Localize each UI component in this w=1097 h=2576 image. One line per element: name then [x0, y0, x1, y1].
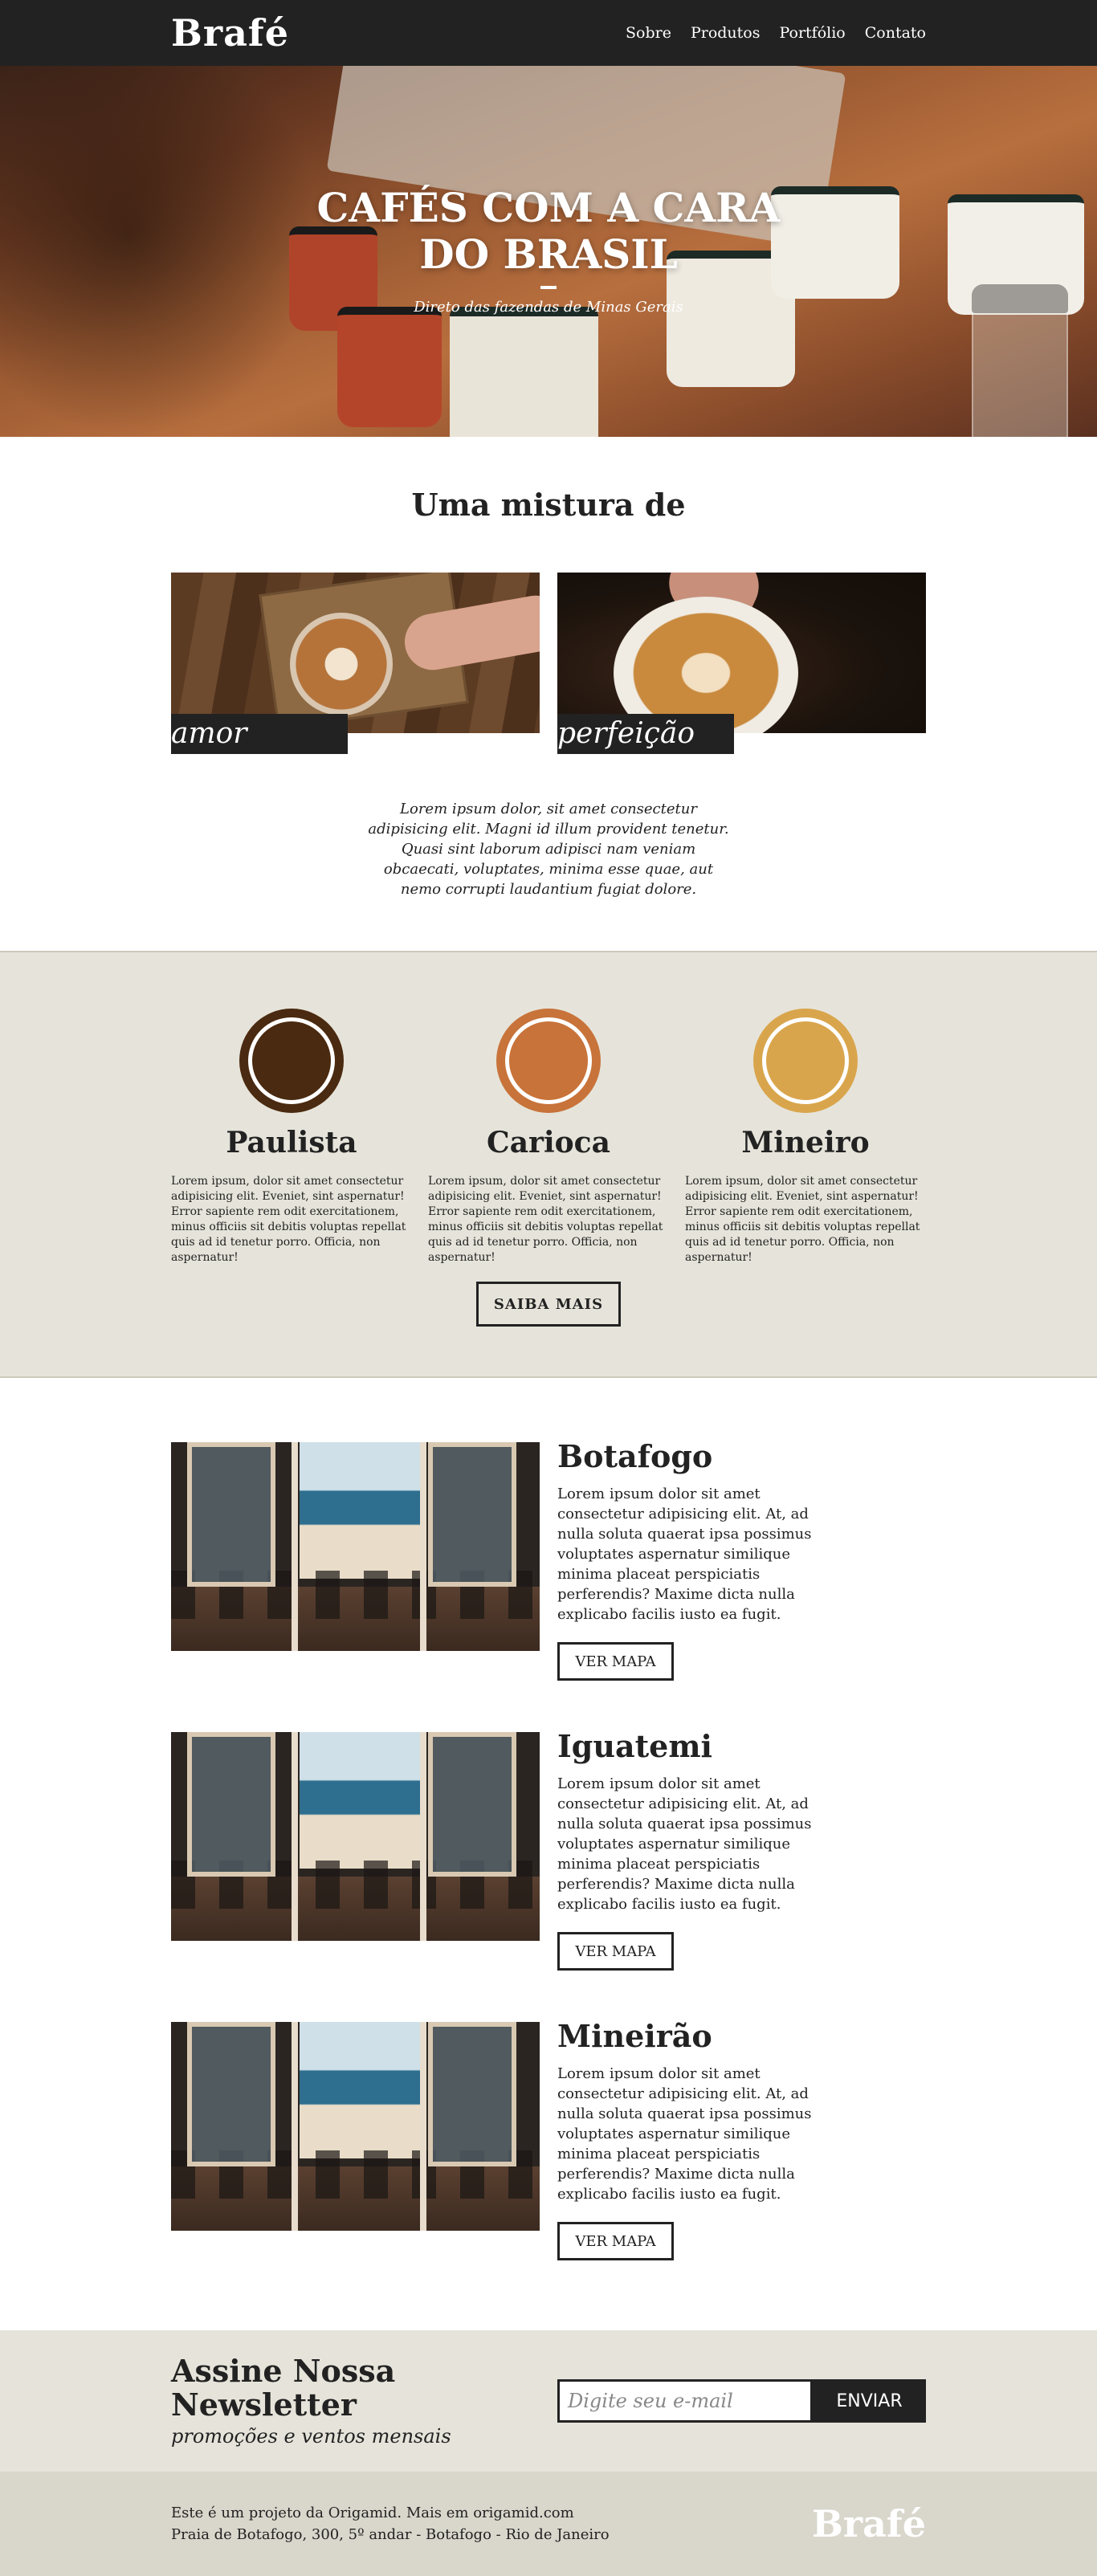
hero-text: CAFÉS COM A CARA DO BRASIL Direto das fa… — [0, 185, 1097, 316]
coffee-type-name: Carioca — [487, 1126, 610, 1160]
location-botafogo: Botafogo Lorem ipsum dolor sit amet cons… — [171, 1438, 926, 1732]
hero-title: CAFÉS COM A CARA DO BRASIL — [316, 184, 781, 278]
location-details: Iguatemi Lorem ipsum dolor sit amet cons… — [557, 1728, 822, 2022]
newsletter-title: Assine Nossa Newsletter — [171, 2353, 396, 2423]
location-iguatemi: Iguatemi Lorem ipsum dolor sit amet cons… — [171, 1728, 926, 2022]
ver-mapa-button[interactable]: VER MAPA — [557, 2222, 674, 2260]
newsletter-form: Digite seu e-mail ENVIAR — [557, 2379, 926, 2423]
saiba-mais-button[interactable]: SAIBA MAIS — [476, 1282, 621, 1327]
nav-link-produtos[interactable]: Produtos — [691, 24, 761, 42]
coffee-type-paulista: Paulista Lorem ipsum, dolor sit amet con… — [171, 1009, 412, 1266]
hero-cup-image — [450, 307, 598, 437]
location-name: Mineirão — [557, 2018, 712, 2054]
location-details: Botafogo Lorem ipsum dolor sit amet cons… — [557, 1438, 822, 1732]
coffee-type-carioca: Carioca Lorem ipsum, dolor sit amet cons… — [428, 1009, 669, 1266]
location-text: Lorem ipsum dolor sit amet consectetur a… — [557, 2065, 812, 2203]
mix-item-perfeicao: perfeição — [557, 573, 926, 754]
coffee-color-circle — [239, 1009, 344, 1113]
coffee-type-text: Lorem ipsum, dolor sit amet consectetur … — [685, 1175, 920, 1264]
footer-info: Este é um projeto da Origamid. Mais em o… — [171, 2502, 610, 2545]
hero-cup-image — [337, 307, 442, 427]
footer-credit: Este é um projeto da Origamid. Mais em o… — [171, 2505, 574, 2521]
newsletter-section: Assine Nossa Newsletter promoções e vent… — [0, 2330, 1097, 2472]
coffee-color-circle — [753, 1009, 858, 1113]
coffee-type-mineiro: Mineiro Lorem ipsum, dolor sit amet cons… — [685, 1009, 926, 1266]
hero-subtitle: Direto das fazendas de Minas Gerais — [414, 299, 683, 316]
hero-shaker-image — [972, 284, 1068, 437]
location-name: Botafogo — [557, 1438, 713, 1474]
coffee-types-section: Paulista Lorem ipsum, dolor sit amet con… — [0, 951, 1097, 1378]
newsletter-heading: Assine Nossa Newsletter promoções e vent… — [171, 2354, 451, 2448]
cafe-interior-image — [171, 1442, 540, 1651]
nav-link-sobre[interactable]: Sobre — [626, 24, 671, 42]
coffee-type-text: Lorem ipsum, dolor sit amet consectetur … — [428, 1175, 663, 1264]
enviar-button[interactable]: ENVIAR — [813, 2379, 926, 2423]
location-text: Lorem ipsum dolor sit amet consectetur a… — [557, 1775, 812, 1913]
mix-title: Uma mistura de — [411, 487, 686, 523]
mix-grid: amor perfeição — [171, 573, 926, 754]
cafe-interior-image — [171, 2022, 540, 2231]
mix-label: perfeição — [557, 714, 734, 754]
nav-link-portfolio[interactable]: Portfólio — [780, 24, 846, 42]
site-header: Brafé Sobre Produtos Portfólio Contato — [0, 0, 1097, 66]
mix-item-amor: amor — [171, 573, 540, 754]
mix-section: Uma mistura de amor perfeição Lorem ipsu… — [0, 437, 1097, 951]
footer-address: Praia de Botafogo, 300, 5º andar - Botaf… — [171, 2526, 610, 2543]
coffee-color-circle — [496, 1009, 601, 1113]
hero-divider — [540, 286, 557, 289]
cafe-interior-image — [171, 1732, 540, 1941]
brand-logo[interactable]: Brafé — [171, 11, 289, 55]
newsletter-subtitle: promoções e ventos mensais — [171, 2425, 451, 2448]
coffee-type-text: Lorem ipsum, dolor sit amet consectetur … — [171, 1175, 406, 1264]
locations-section: Botafogo Lorem ipsum dolor sit amet cons… — [0, 1378, 1097, 2330]
mix-description: Lorem ipsum dolor, sit amet consectetur … — [368, 801, 729, 898]
location-name: Iguatemi — [557, 1728, 712, 1764]
ver-mapa-button[interactable]: VER MAPA — [557, 1932, 674, 1971]
hero-section: CAFÉS COM A CARA DO BRASIL Direto das fa… — [0, 66, 1097, 437]
nav-link-contato[interactable]: Contato — [865, 24, 926, 42]
email-input[interactable]: Digite seu e-mail — [557, 2379, 813, 2423]
mix-label: amor — [171, 714, 348, 754]
location-text: Lorem ipsum dolor sit amet consectetur a… — [557, 1486, 812, 1623]
location-details: Mineirão Lorem ipsum dolor sit amet cons… — [557, 2018, 822, 2312]
coffee-type-name: Mineiro — [741, 1126, 870, 1160]
coffee-types-grid: Paulista Lorem ipsum, dolor sit amet con… — [171, 1009, 926, 1266]
location-mineirao: Mineirão Lorem ipsum dolor sit amet cons… — [171, 2018, 926, 2312]
latte-art-image — [171, 573, 540, 733]
footer-logo[interactable]: Brafé — [812, 2502, 926, 2545]
coffee-pour-image — [557, 573, 926, 733]
site-footer: Este é um projeto da Origamid. Mais em o… — [0, 2472, 1097, 2576]
ver-mapa-button[interactable]: VER MAPA — [557, 1642, 674, 1681]
main-nav: Sobre Produtos Portfólio Contato — [626, 24, 926, 42]
coffee-type-name: Paulista — [226, 1126, 357, 1160]
